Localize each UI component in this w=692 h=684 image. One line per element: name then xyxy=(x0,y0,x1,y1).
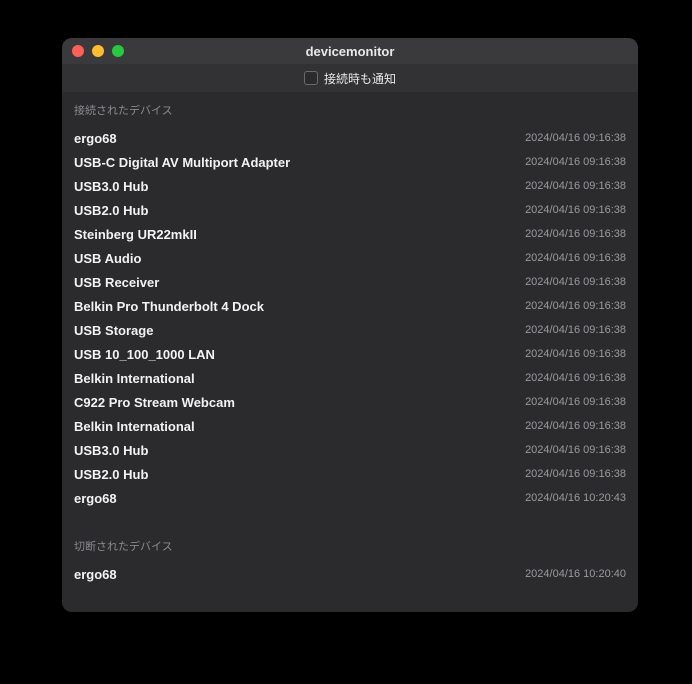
device-timestamp: 2024/04/16 09:16:38 xyxy=(525,420,626,432)
connected-list: ergo682024/04/16 09:16:38USB-C Digital A… xyxy=(62,126,638,510)
device-name: ergo68 xyxy=(74,567,125,582)
section-spacer xyxy=(62,510,638,528)
zoom-button[interactable] xyxy=(112,45,124,57)
device-row[interactable]: Belkin Pro Thunderbolt 4 Dock 2024/04/16 … xyxy=(62,294,638,318)
toolbar: 接続時も通知 xyxy=(62,64,638,92)
device-row[interactable]: Belkin International 2024/04/16 09:16:38 xyxy=(62,414,638,438)
device-name: USB2.0 Hub xyxy=(74,467,156,482)
device-name: C922 Pro Stream Webcam xyxy=(74,395,243,410)
device-name: USB 10_100_1000 LAN xyxy=(74,347,223,362)
device-row[interactable]: USB2.0 Hub 2024/04/16 09:16:38 xyxy=(62,198,638,222)
minimize-button[interactable] xyxy=(92,45,104,57)
close-button[interactable] xyxy=(72,45,84,57)
device-row[interactable]: C922 Pro Stream Webcam 2024/04/16 09:16:3… xyxy=(62,390,638,414)
device-row[interactable]: ergo68 2024/04/16 10:20:43 xyxy=(62,486,638,510)
device-row[interactable]: USB Receiver 2024/04/16 09:16:38 xyxy=(62,270,638,294)
disconnected-list: ergo68 2024/04/16 10:20:40 xyxy=(62,562,638,586)
device-timestamp: 2024/04/16 09:16:38 xyxy=(525,228,626,240)
device-timestamp: 2024/04/16 09:16:38 xyxy=(525,348,626,360)
titlebar: devicemonitor xyxy=(62,38,638,64)
device-name: USB2.0 Hub xyxy=(74,203,156,218)
disconnected-section-header: 切断されたデバイス xyxy=(62,528,638,562)
device-timestamp: 2024/04/16 10:20:43 xyxy=(525,492,626,504)
device-row[interactable]: USB3.0 Hub 2024/04/16 09:16:38 xyxy=(62,438,638,462)
device-timestamp: 2024/04/16 09:16:38 xyxy=(525,252,626,264)
device-timestamp: 2024/04/16 09:16:38 xyxy=(525,396,626,408)
device-row[interactable]: USB2.0 Hub 2024/04/16 09:16:38 xyxy=(62,462,638,486)
device-name: USB Receiver xyxy=(74,275,167,290)
device-row[interactable]: Belkin International 2024/04/16 09:16:38 xyxy=(62,366,638,390)
device-name: USB Storage xyxy=(74,323,161,338)
device-timestamp: 2024/04/16 09:16:38 xyxy=(525,204,626,216)
notify-on-connect-checkbox[interactable] xyxy=(304,71,318,85)
device-row[interactable]: USB 10_100_1000 LAN 2024/04/16 09:16:38 xyxy=(62,342,638,366)
device-name: Belkin International xyxy=(74,371,203,386)
device-row[interactable]: USB Audio 2024/04/16 09:16:38 xyxy=(62,246,638,270)
device-name: ergo68 xyxy=(74,491,125,506)
device-name: ergo68 xyxy=(74,131,125,146)
device-name: USB3.0 Hub xyxy=(74,179,156,194)
device-row[interactable]: ergo68 2024/04/16 09:16:38 xyxy=(62,126,638,150)
device-timestamp: 2024/04/16 09:16:38 xyxy=(525,468,626,480)
device-name: Belkin Pro Thunderbolt 4 Dock xyxy=(74,299,272,314)
connected-section-header: 接続されたデバイス xyxy=(62,92,638,126)
device-name: Belkin International xyxy=(74,419,203,434)
device-timestamp: 2024/04/16 10:20:40 xyxy=(525,568,626,580)
device-name: USB3.0 Hub xyxy=(74,443,156,458)
notify-on-connect-label: 接続時も通知 xyxy=(324,70,396,87)
device-row[interactable]: ergo68 2024/04/16 10:20:40 xyxy=(62,562,638,586)
content-scroll[interactable]: 接続されたデバイス ergo682024/04/16 09:16:38USB-C… xyxy=(62,92,638,612)
device-timestamp: 2024/04/16 09:16:38 xyxy=(525,132,626,144)
device-row[interactable]: USB Storage 2024/04/16 09:16:38 xyxy=(62,318,638,342)
device-timestamp: 2024/04/16 09:16:38 xyxy=(525,180,626,192)
device-row[interactable]: USB-C Digital AV Multiport Adapter 2024/0… xyxy=(62,150,638,174)
device-timestamp: 2024/04/16 09:16:38 xyxy=(525,300,626,312)
app-window: devicemonitor 接続時も通知 接続されたデバイス ergo68 202… xyxy=(62,38,638,612)
device-timestamp: 2024/04/16 09:16:38 xyxy=(525,156,626,168)
device-name: USB-C Digital AV Multiport Adapter xyxy=(74,155,298,170)
traffic-lights xyxy=(62,45,124,57)
device-name: Steinberg UR22mkII xyxy=(74,227,205,242)
device-name: USB Audio xyxy=(74,251,149,266)
device-timestamp: 2024/04/16 09:16:38 xyxy=(525,372,626,384)
device-timestamp: 2024/04/16 09:16:38 xyxy=(525,324,626,336)
device-row[interactable]: Steinberg UR22mkII 2024/04/16 09:16:38 xyxy=(62,222,638,246)
window-title: devicemonitor xyxy=(62,44,638,59)
device-timestamp: 2024/04/16 09:16:38 xyxy=(525,444,626,456)
device-timestamp: 2024/04/16 09:16:38 xyxy=(525,276,626,288)
device-row[interactable]: USB3.0 Hub 2024/04/16 09:16:38 xyxy=(62,174,638,198)
